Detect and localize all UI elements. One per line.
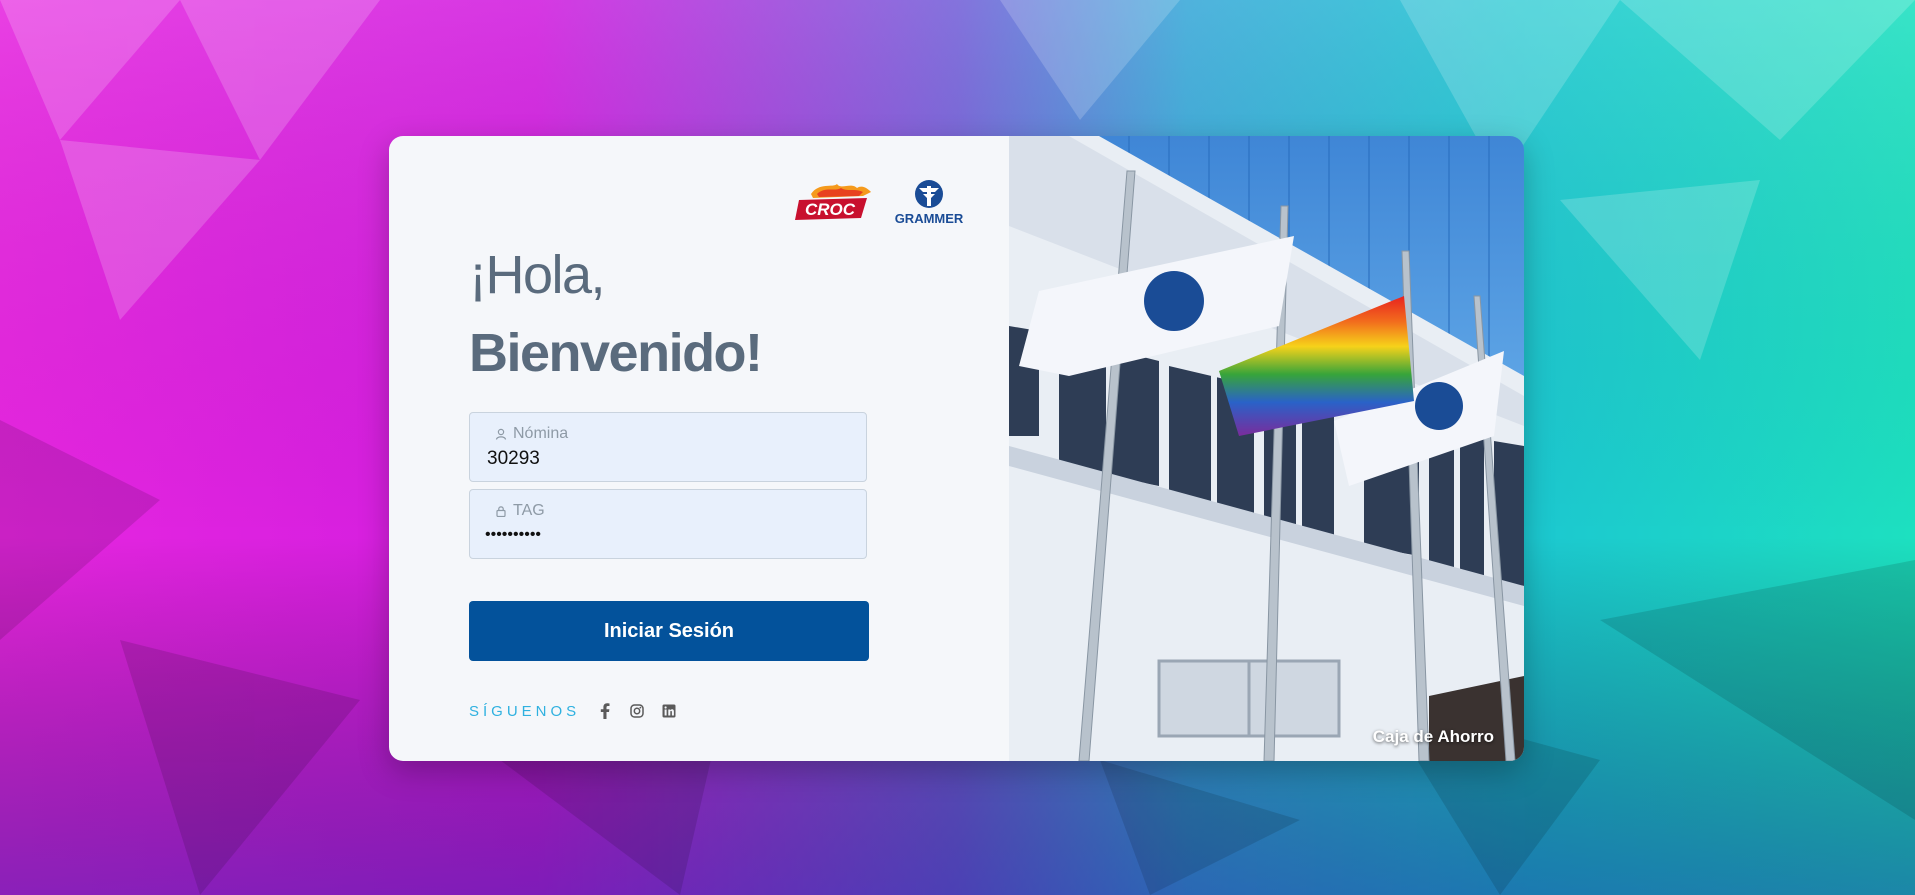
- login-card: CROC GRAMMER ¡Hola, Bienvenido! Nómina 3…: [389, 136, 1524, 761]
- flag-photo-illustration: [1009, 136, 1524, 761]
- tag-label: TAG: [513, 502, 545, 519]
- user-icon: [495, 428, 507, 440]
- linkedin-icon[interactable]: [660, 702, 678, 720]
- brand-logos: CROC GRAMMER: [793, 178, 965, 226]
- login-panel: CROC GRAMMER ¡Hola, Bienvenido! Nómina 3…: [389, 136, 1009, 761]
- social-links: SÍGUENOS: [469, 702, 678, 720]
- greeting-line1: ¡Hola,: [469, 245, 606, 305]
- nomina-label: Nómina: [513, 425, 569, 442]
- tag-input[interactable]: ••••••••••: [485, 526, 845, 544]
- nomina-field[interactable]: Nómina: [469, 412, 867, 482]
- flag-photo: Caja de Ahorro: [1009, 136, 1524, 761]
- croc-logo-text: CROC: [805, 200, 856, 219]
- instagram-icon[interactable]: [628, 702, 646, 720]
- croc-logo: CROC: [795, 184, 871, 220]
- login-button[interactable]: Iniciar Sesión: [469, 601, 869, 661]
- facebook-icon[interactable]: [596, 702, 614, 720]
- social-label: SÍGUENOS: [469, 702, 581, 720]
- nomina-input[interactable]: [485, 447, 849, 471]
- lock-icon: [496, 506, 506, 517]
- greeting-line2: Bienvenido!: [469, 323, 763, 383]
- photo-caption: Caja de Ahorro: [1372, 727, 1494, 746]
- grammer-logo: GRAMMER: [895, 180, 964, 226]
- grammer-logo-text: GRAMMER: [895, 211, 964, 226]
- tag-field[interactable]: TAG ••••••••••: [469, 489, 867, 559]
